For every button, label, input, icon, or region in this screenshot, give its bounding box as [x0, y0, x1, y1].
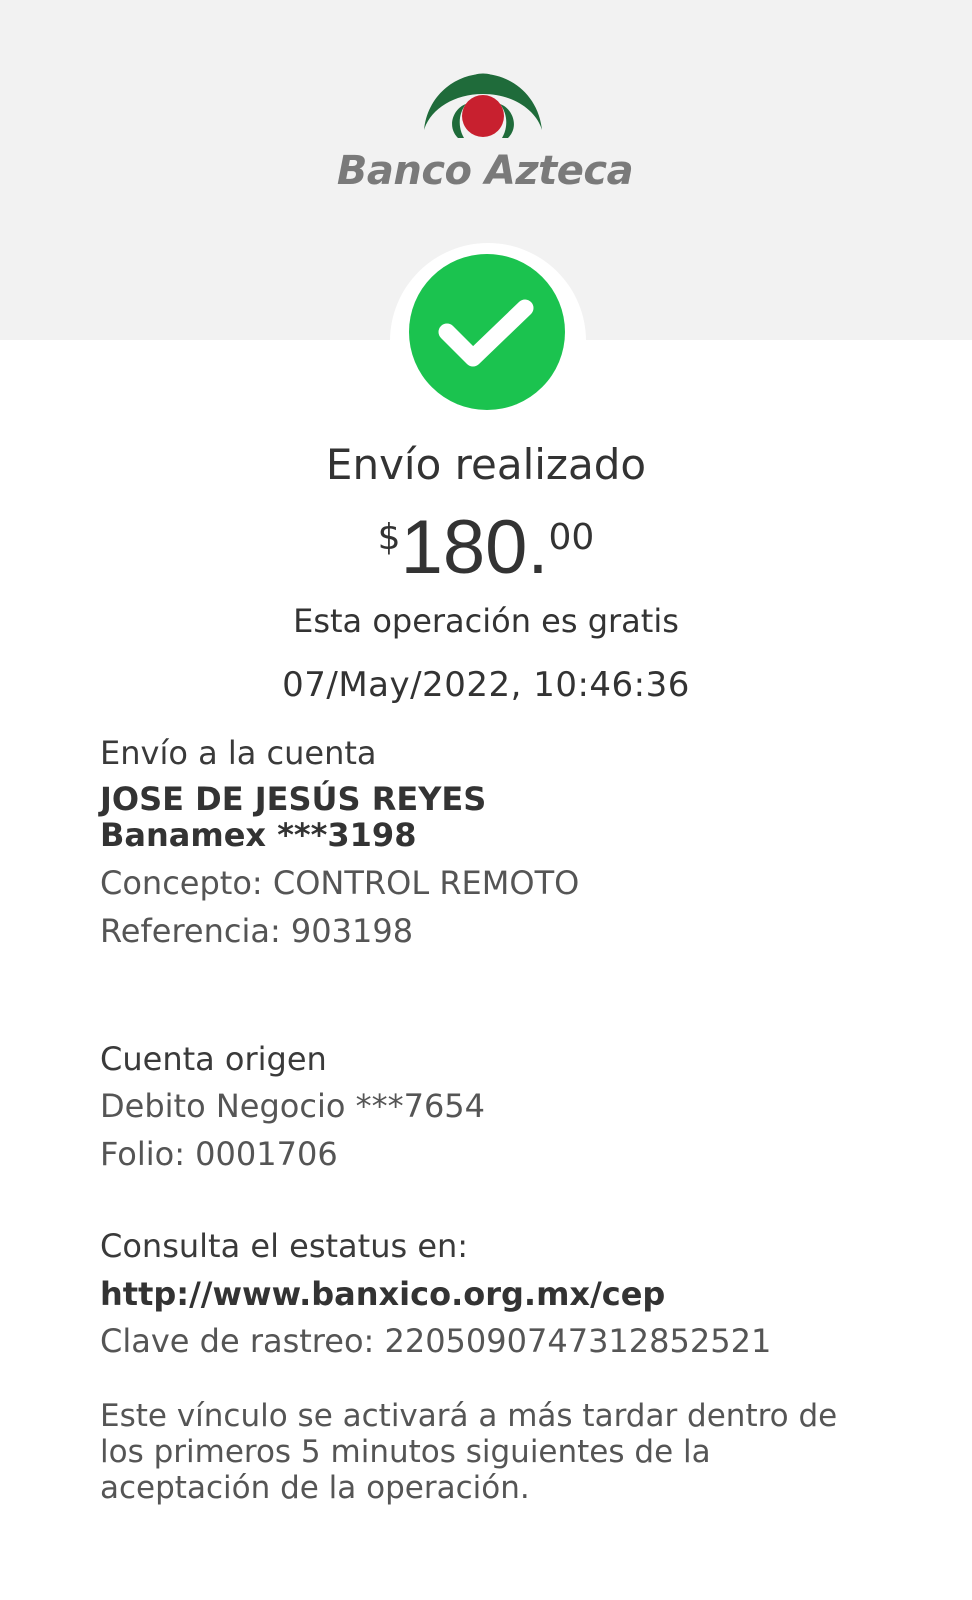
operation-datetime: 07/May/2022, 10:46:36 [282, 665, 690, 705]
fee-note: Esta operación es gratis [293, 602, 679, 640]
folio-line: Folio: 0001706 [100, 1135, 338, 1173]
brand-name: Banco Azteca [336, 148, 634, 194]
destination-account: Banamex ***3198 [100, 816, 417, 854]
status-title: Envío realizado [325, 440, 647, 489]
status-check-heading: Consulta el estatus en: [100, 1227, 469, 1265]
checkmark-icon [409, 254, 565, 410]
amount-integer: 180. [400, 505, 549, 590]
destination-heading: Envío a la cuenta [100, 734, 377, 772]
origin-heading: Cuenta origen [100, 1040, 327, 1078]
reference-line: Referencia: 903198 [100, 912, 414, 950]
cep-link[interactable]: http://www.banxico.org.mx/cep [100, 1275, 665, 1313]
amount: $180.00 [0, 510, 972, 586]
origin-account: Debito Negocio ***7654 [100, 1087, 486, 1125]
amount-cents: 00 [548, 517, 595, 558]
banco-azteca-logo: Banco Azteca [330, 68, 650, 198]
activation-note: Este vínculo se activará a más tardar de… [100, 1398, 838, 1506]
logo-mark-icon [424, 73, 542, 138]
beneficiary-name: JOSE DE JESÚS REYES [100, 780, 487, 818]
amount-currency: $ [377, 517, 401, 558]
tracking-key: Clave de rastreo: 2205090747312852521 [100, 1322, 772, 1360]
concept-line: Concepto: CONTROL REMOTO [100, 864, 580, 902]
